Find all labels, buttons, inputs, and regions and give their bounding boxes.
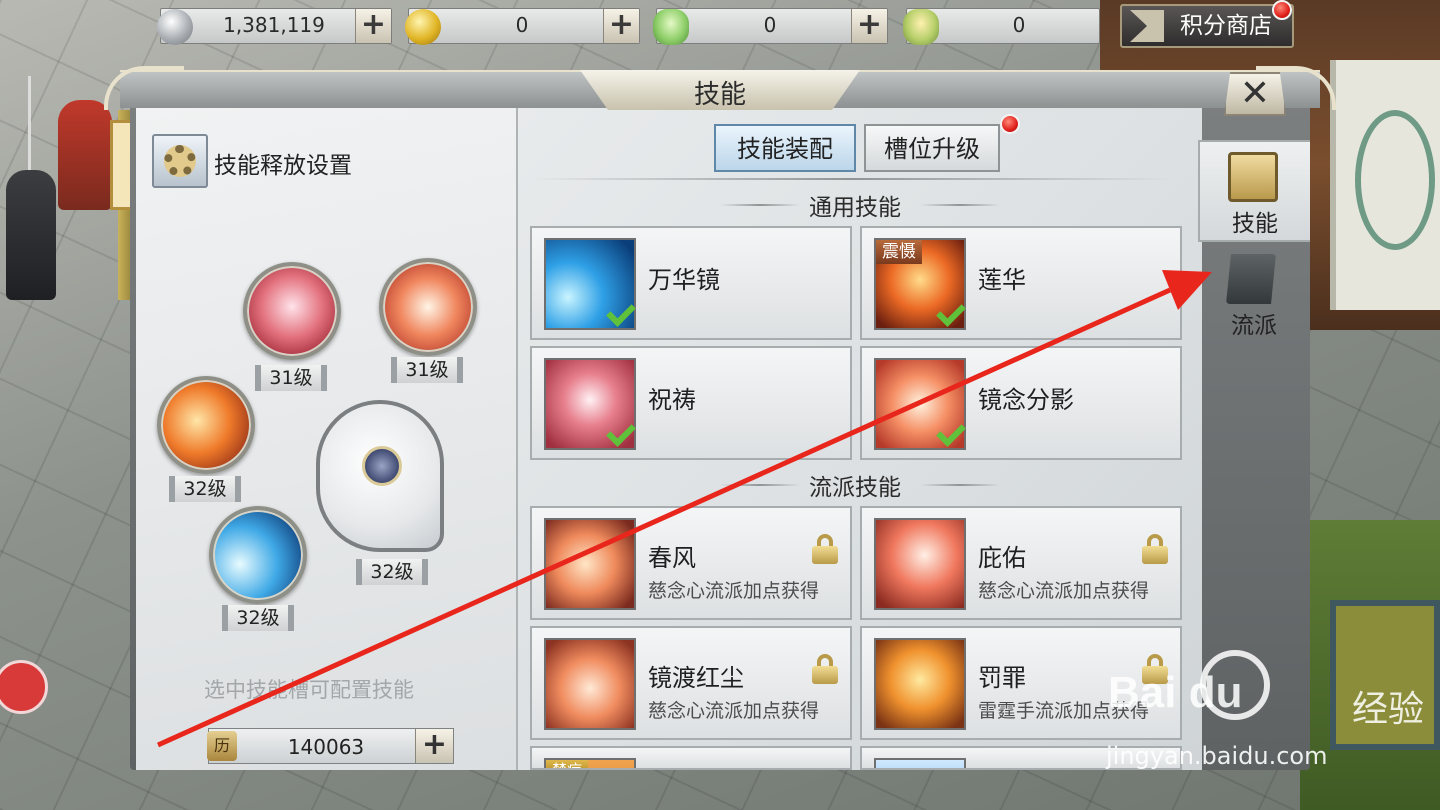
skill-icon	[874, 758, 966, 768]
skill-settings-button[interactable]	[152, 134, 208, 188]
skill-card-partial[interactable]: 禁疗	[530, 746, 852, 770]
slot-level: 32级	[169, 476, 241, 502]
skill-unlock-desc: 慈念心流派加点获得	[648, 700, 820, 722]
gear-icon	[164, 145, 196, 177]
skill-slot-mirror-shadow[interactable]	[379, 258, 477, 356]
add-gold-button[interactable]: +	[603, 9, 639, 43]
section-ornament-right	[920, 204, 1000, 206]
skill-unlock-desc: 慈念心流派加点获得	[648, 580, 820, 602]
skill-settings-label[interactable]: 技能释放设置	[214, 146, 352, 180]
section-ornament-left	[720, 484, 800, 486]
skill-card-kaleidoscope[interactable]: 万华镜	[530, 226, 852, 340]
panel-title: 技能	[693, 80, 746, 110]
skill-icon	[874, 638, 966, 730]
skill-name: 春风	[648, 544, 696, 572]
slot-level: 32级	[222, 605, 294, 631]
book-icon	[1226, 254, 1276, 304]
silver-coin-icon	[157, 9, 193, 45]
banner-emblem	[1355, 110, 1435, 250]
stun-badge: 震慑	[876, 240, 922, 264]
experience-icon: 历	[207, 731, 237, 761]
divider	[530, 178, 1170, 180]
skill-icon	[544, 518, 636, 610]
skill-icon: 禁疗	[544, 758, 636, 768]
lock-icon	[812, 534, 838, 564]
skill-slot-pray[interactable]	[243, 262, 341, 360]
currency-silver: 1,381,119 +	[157, 8, 392, 45]
skill-name: 镜渡红尘	[648, 664, 744, 692]
skill-card-mirror-shadow[interactable]: 镜念分影	[860, 346, 1182, 460]
skill-slot-lotus[interactable]	[157, 376, 255, 474]
side-tab-label: 技能	[1232, 211, 1278, 237]
add-skill-points-button[interactable]: +	[415, 729, 453, 763]
side-tab-school[interactable]: 流派	[1198, 244, 1310, 346]
jade-ingot-icon	[653, 9, 689, 45]
skill-card-mirror-ferry[interactable]: 镜渡红尘 慈念心流派加点获得	[530, 626, 852, 740]
section-ornament-right	[920, 484, 1000, 486]
armored-soldier-npc[interactable]	[6, 170, 56, 300]
lock-icon	[812, 654, 838, 684]
skill-name: 庇佑	[978, 544, 1026, 572]
gold-coin-icon	[405, 9, 441, 45]
section-ornament-left	[720, 204, 800, 206]
gold-amount: 0	[515, 13, 529, 37]
skill-name: 祝祷	[648, 386, 696, 414]
bound-ingot-amount: 0	[1012, 13, 1026, 37]
ultimate-skill-slot[interactable]	[316, 400, 444, 552]
skill-icon	[544, 638, 636, 730]
tab-slot-upgrade[interactable]: 槽位升级	[864, 124, 1000, 172]
currency-ingot: 0 +	[653, 8, 888, 45]
slot-level: 31级	[391, 357, 463, 383]
skill-points-box: 历 140063 +	[207, 728, 454, 764]
points-shop-label: 积分商店	[1180, 13, 1272, 39]
watermark-url: jingyan.baidu.com	[1106, 742, 1328, 770]
red-warrior-npc[interactable]	[58, 100, 112, 210]
skill-card-protect[interactable]: 庇佑 慈念心流派加点获得	[860, 506, 1182, 620]
skill-card-spring-breeze[interactable]: 春风 慈念心流派加点获得	[530, 506, 852, 620]
skill-points-value: 140063	[287, 735, 365, 759]
section-school-skills: 流派技能	[809, 475, 901, 501]
side-tab-label: 流派	[1231, 313, 1277, 339]
skill-name: 镜念分影	[978, 386, 1074, 414]
bound-ingot-icon	[903, 9, 939, 45]
skill-icon	[874, 518, 966, 610]
silver-amount: 1,381,119	[223, 13, 325, 37]
skill-slot-kaleidoscope[interactable]	[209, 506, 307, 604]
skill-card-lotus[interactable]: 震慑 莲华	[860, 226, 1182, 340]
slot-level: 31级	[255, 365, 327, 391]
points-shop-button[interactable]: 积分商店	[1120, 4, 1294, 48]
ingot-amount: 0	[763, 13, 777, 37]
currency-gold: 0 +	[405, 8, 640, 45]
shop-notification-dot	[1272, 0, 1292, 20]
lock-icon	[1142, 534, 1168, 564]
watermark-cn: 经验	[1352, 689, 1425, 730]
skill-card-pray[interactable]: 祝祷	[530, 346, 852, 460]
heal-block-badge: 禁疗	[546, 760, 589, 768]
slot-level: 32级	[356, 559, 428, 585]
paw-icon	[1200, 650, 1270, 720]
skill-name: 罚罪	[978, 664, 1026, 692]
add-ingot-button[interactable]: +	[851, 9, 887, 43]
scroll-icon	[1228, 152, 1278, 202]
skill-name: 莲华	[978, 266, 1026, 294]
tab-skill-equip[interactable]: 技能装配	[714, 124, 856, 172]
skill-name: 万华镜	[648, 266, 720, 294]
slot-config-hint: 选中技能槽可配置技能	[204, 678, 414, 702]
currency-bound-ingot: 0	[903, 8, 1100, 45]
skill-unlock-desc: 慈念心流派加点获得	[978, 580, 1150, 602]
section-common-skills: 通用技能	[809, 195, 901, 221]
medal-icon	[362, 446, 402, 486]
upgrade-notification-dot	[1000, 114, 1020, 134]
add-silver-button[interactable]: +	[355, 9, 391, 43]
baidu-watermark: Bai du 经验 jingyan.baidu.com	[1100, 650, 1430, 780]
side-tab-skills[interactable]: 技能	[1198, 140, 1310, 242]
shop-icon	[1130, 10, 1164, 42]
close-button[interactable]: ✕	[1224, 72, 1286, 116]
